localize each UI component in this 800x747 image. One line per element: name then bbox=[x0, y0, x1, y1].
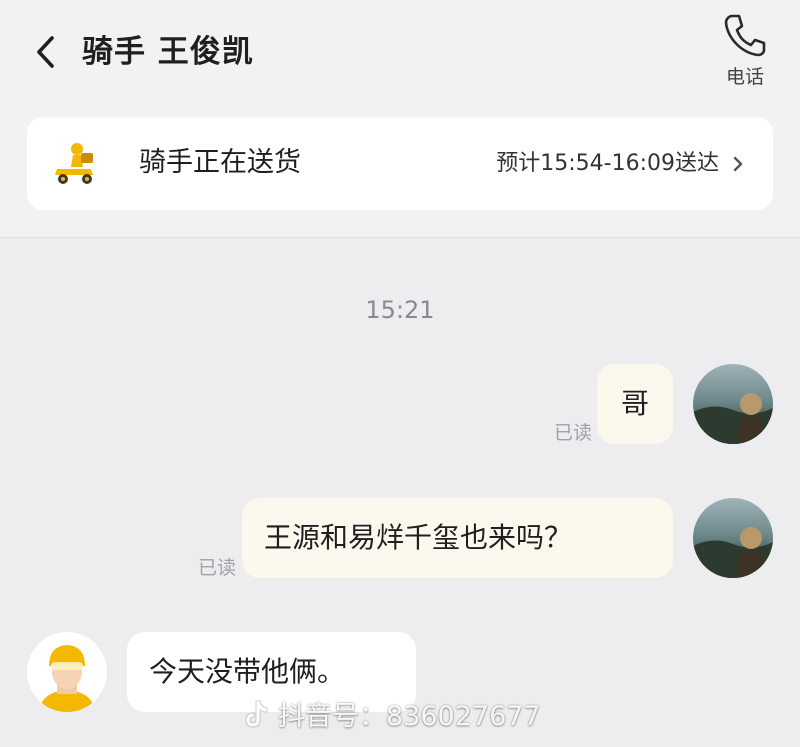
time-divider: 15:21 bbox=[365, 296, 435, 324]
avatar[interactable] bbox=[693, 498, 773, 578]
delivery-status-card[interactable]: 骑手正在送货 预计15:54-16:09送达 bbox=[27, 117, 773, 210]
read-receipt: 已读 bbox=[554, 422, 593, 444]
back-button[interactable] bbox=[28, 30, 68, 74]
chevron-left-icon bbox=[37, 36, 54, 68]
rider-avatar[interactable] bbox=[27, 632, 107, 712]
rider-avatar-image bbox=[27, 632, 107, 712]
phone-icon bbox=[724, 14, 766, 57]
call-button[interactable]: 电话 bbox=[712, 8, 778, 96]
read-receipt: 已读 bbox=[198, 557, 237, 579]
eta-text: 预计15:54-16:09送达 bbox=[496, 151, 719, 176]
call-label: 电话 bbox=[725, 66, 764, 88]
header: 骑手 王俊凯 电话 骑手正在送货 预计15:54-16:09送达 bbox=[0, 0, 800, 238]
user-avatar-image bbox=[693, 364, 773, 444]
scooter-delivery-icon bbox=[55, 143, 93, 184]
message-bubble[interactable]: 哥 bbox=[597, 364, 673, 444]
message-bubble[interactable]: 王源和易烊千玺也来吗？ bbox=[242, 498, 673, 578]
user-avatar-image bbox=[693, 498, 773, 578]
page-title: 骑手 王俊凯 bbox=[82, 34, 254, 70]
watermark: 抖音号：836027677 bbox=[240, 694, 541, 733]
tiktok-icon bbox=[245, 700, 268, 727]
avatar[interactable] bbox=[693, 364, 773, 444]
delivery-status-text: 骑手正在送货 bbox=[139, 147, 301, 178]
watermark-text: 抖音号：836027677 bbox=[278, 701, 541, 732]
chat-screen: 骑手 王俊凯 电话 骑手正在送货 预计15:54-16:09送达 15:21 已… bbox=[0, 0, 800, 747]
chevron-right-icon bbox=[733, 156, 743, 172]
